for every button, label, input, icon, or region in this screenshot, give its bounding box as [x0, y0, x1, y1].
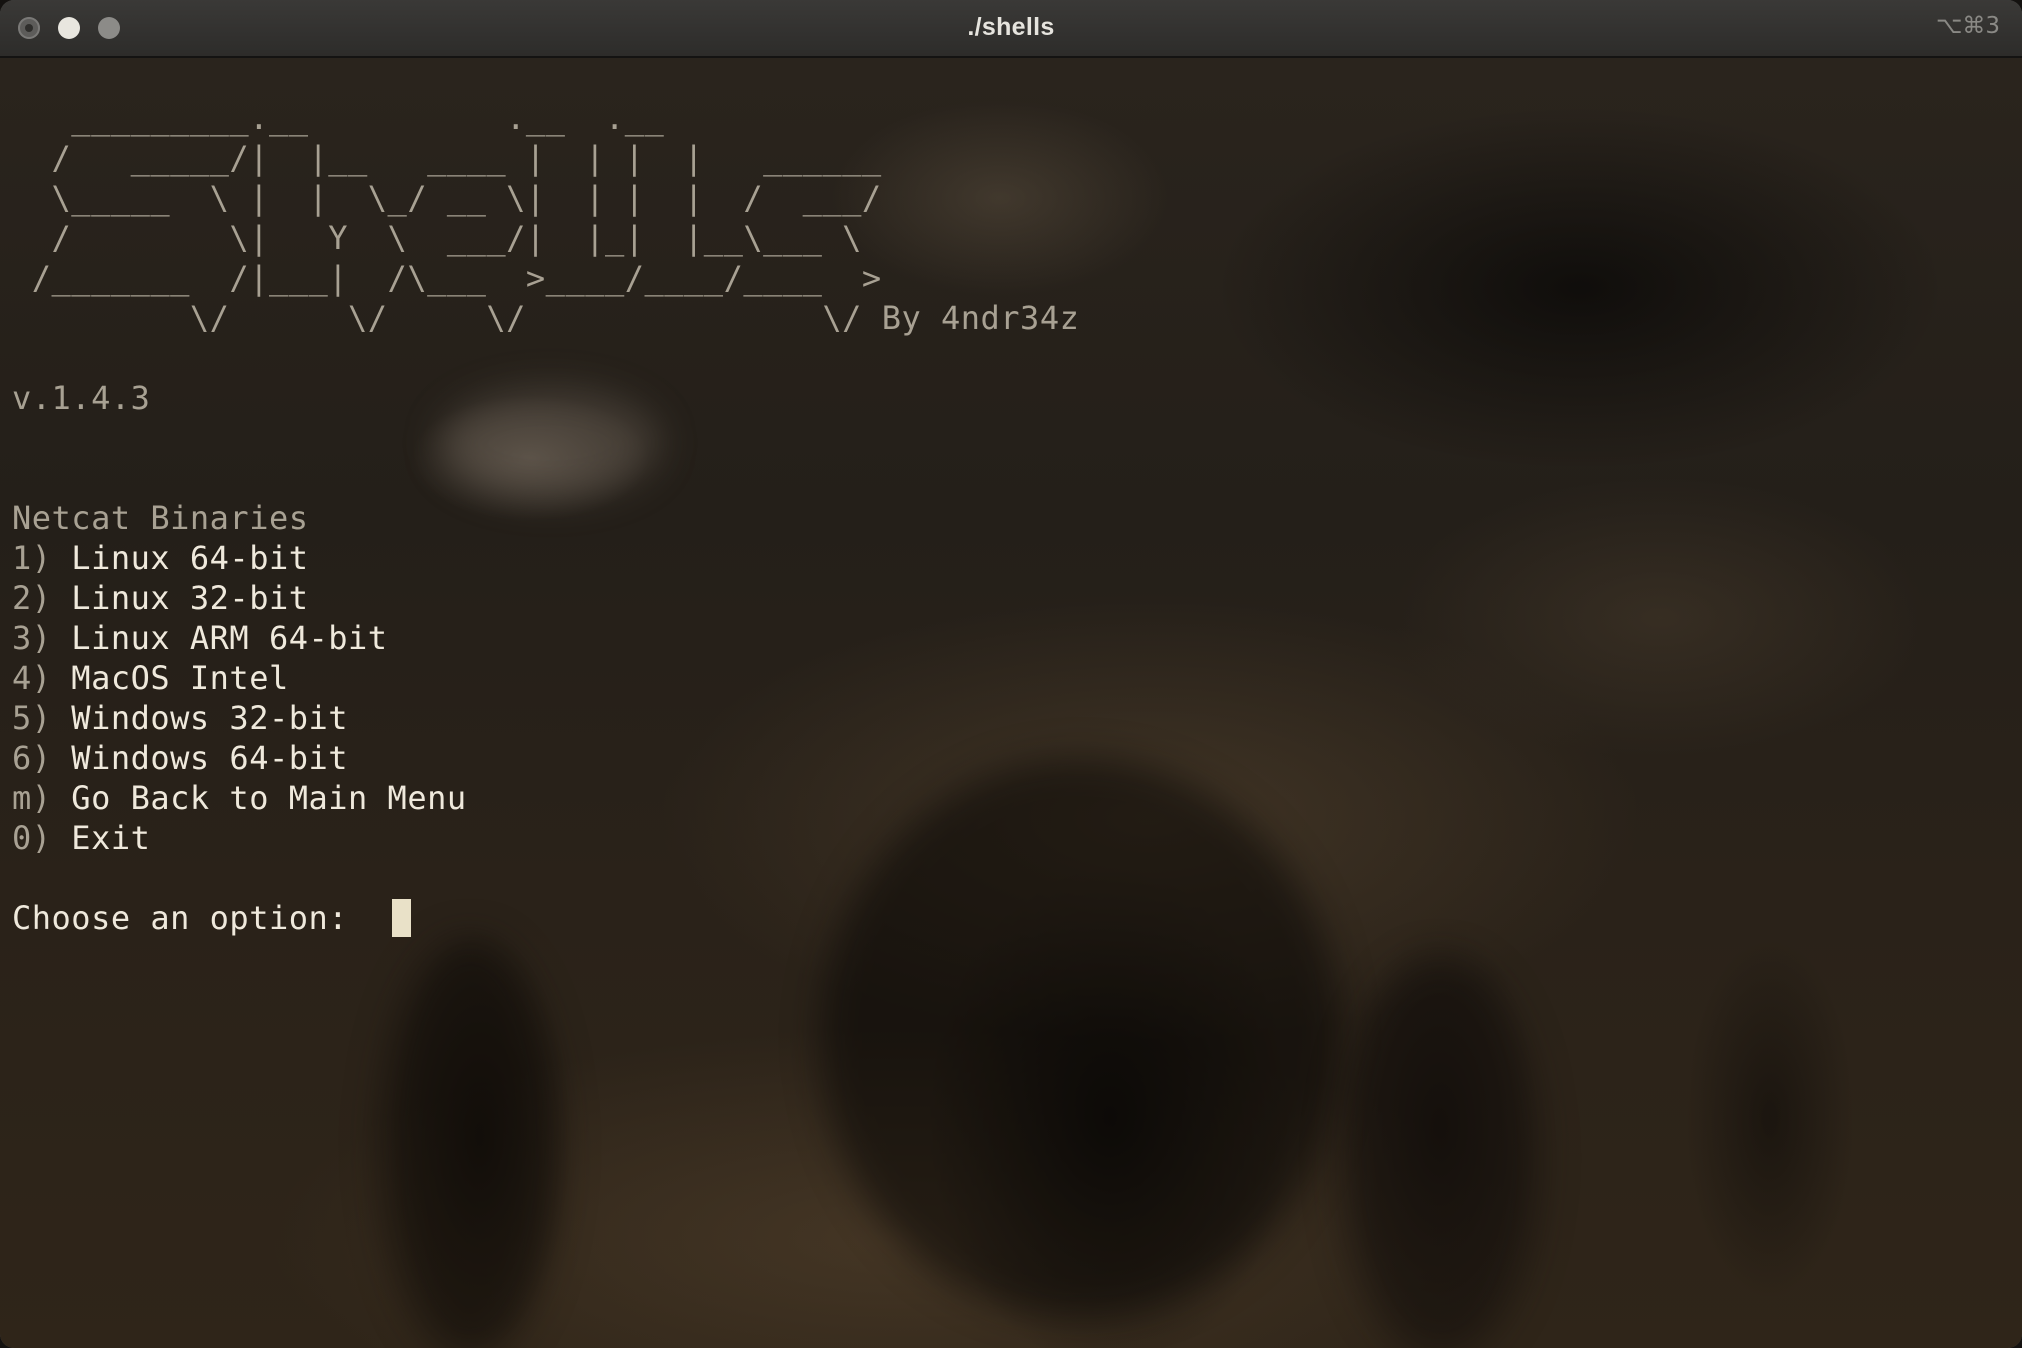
menu-heading: Netcat Binaries: [12, 499, 309, 537]
terminal-window: ./shells ⌥⌘3 _________.__ .__ .__ / ____…: [0, 0, 2022, 1348]
menu-item-linux-arm-64[interactable]: 3) Linux ARM 64-bit: [12, 618, 388, 658]
window-title: ./shells: [967, 13, 1055, 41]
menu-item-macos-intel[interactable]: 4) MacOS Intel: [12, 658, 289, 698]
menu-item-label: Linux ARM 64-bit: [71, 619, 388, 657]
menu-item-label: Exit: [71, 819, 151, 857]
version-label: v.1.4.3: [12, 379, 151, 417]
menu-item-windows-32[interactable]: 5) Windows 32-bit: [12, 698, 348, 738]
menu-item-linux-32[interactable]: 2) Linux 32-bit: [12, 578, 308, 618]
background-artwork: [820, 758, 1340, 1318]
menu-item-key: 4): [12, 659, 52, 697]
menu-item-main-menu[interactable]: m) Go Back to Main Menu: [12, 778, 467, 818]
menu-item-label: Linux 32-bit: [71, 579, 309, 617]
menu-item-linux-64[interactable]: 1) Linux 64-bit: [12, 538, 308, 578]
menu-item-key: m): [12, 779, 52, 817]
menu-item-windows-64[interactable]: 6) Windows 64-bit: [12, 738, 348, 778]
menu-item-label: Go Back to Main Menu: [71, 779, 467, 817]
menu-item-label: MacOS Intel: [71, 659, 289, 697]
menu-item-key: 1): [12, 539, 52, 577]
menu-item-label: Windows 64-bit: [71, 739, 349, 777]
prompt-label: Choose an option:: [12, 899, 388, 937]
menu-item-key: 3): [12, 619, 52, 657]
text-cursor: [391, 899, 411, 937]
menu-item-exit[interactable]: 0) Exit: [12, 818, 150, 858]
menu-item-label: Linux 64-bit: [71, 539, 309, 577]
tab-shortcut-label: ⌥⌘3: [1935, 13, 2000, 39]
menu-item-label: Windows 32-bit: [71, 699, 349, 737]
background-artwork-ship-right: [1340, 958, 1540, 1348]
ascii-art-banner: _________.__ .__ .__ / _____/| |__ ____ …: [12, 99, 1080, 337]
menu-item-key: 5): [12, 699, 52, 737]
prompt-line[interactable]: Choose an option:: [12, 898, 411, 938]
menu-item-key: 2): [12, 579, 52, 617]
background-artwork-ship-left: [380, 938, 560, 1348]
menu-item-key: 0): [12, 819, 52, 857]
title-bar[interactable]: ./shells ⌥⌘3: [0, 0, 2022, 58]
menu-item-key: 6): [12, 739, 52, 777]
terminal-content[interactable]: _________.__ .__ .__ / _____/| |__ ____ …: [0, 58, 2022, 1348]
background-artwork-cloud: [440, 388, 660, 498]
